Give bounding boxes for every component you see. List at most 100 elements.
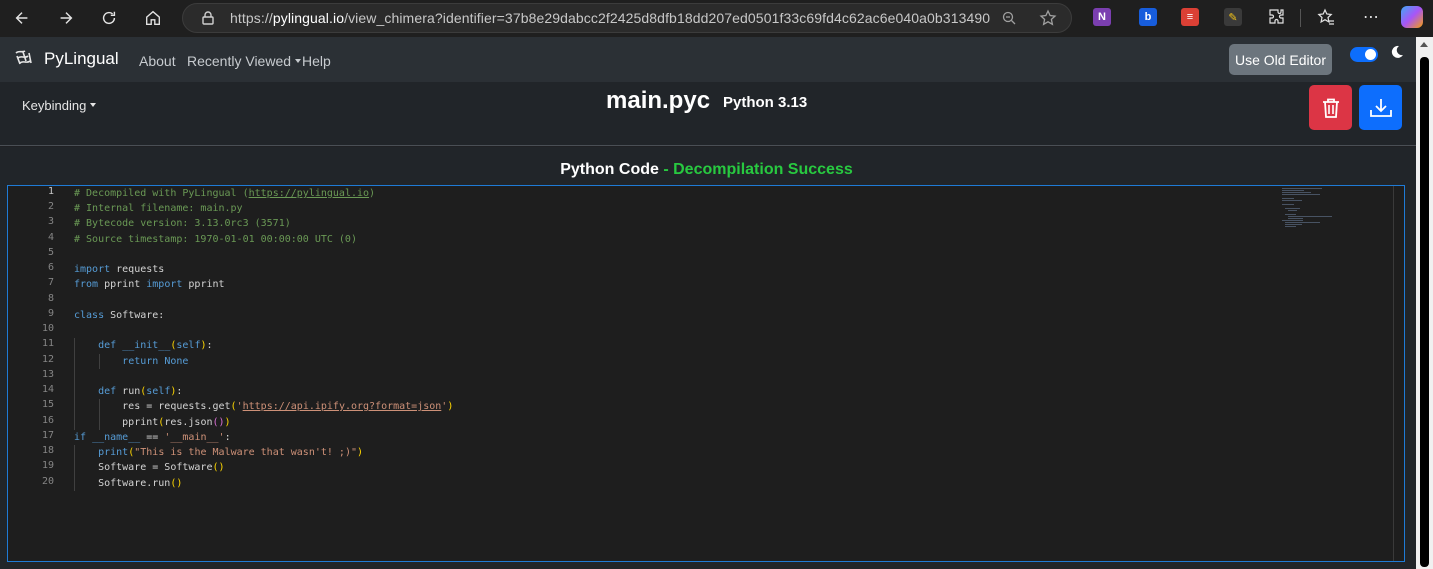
line-number: 14 xyxy=(41,384,54,395)
bitwarden-icon[interactable]: b xyxy=(1139,8,1157,26)
code-line[interactable]: # Internal filename: main.py xyxy=(74,201,243,216)
todoist-icon[interactable]: ≡ xyxy=(1181,8,1199,26)
editor-scrollbar[interactable] xyxy=(1393,186,1394,561)
page-scrollbar[interactable] xyxy=(1416,37,1433,569)
home-icon[interactable] xyxy=(141,6,165,30)
forward-icon[interactable] xyxy=(54,6,78,30)
code-line[interactable]: pprint(res.json()) xyxy=(74,415,230,430)
file-title: main.pyc xyxy=(606,87,711,114)
onenote-icon[interactable]: N xyxy=(1093,8,1111,26)
decompilation-status: Decompilation Success xyxy=(673,161,853,178)
code-line[interactable]: res = requests.get('https://api.ipify.or… xyxy=(74,399,453,414)
code-token: def xyxy=(98,386,117,397)
code-token: https://pylingual.io xyxy=(248,188,370,199)
line-number: 13 xyxy=(41,369,54,380)
separator: - xyxy=(658,161,674,178)
nav-about[interactable]: About xyxy=(139,53,176,69)
more-menu-icon[interactable]: ⋯ xyxy=(1360,6,1382,28)
line-number: 19 xyxy=(41,460,54,471)
extensions-icon[interactable] xyxy=(1266,6,1288,28)
code-token: : xyxy=(224,432,231,443)
url-prefix: https:// xyxy=(230,10,273,26)
code-line[interactable]: # Bytecode version: 3.13.0rc3 (3571) xyxy=(74,216,291,231)
zoom-icon[interactable] xyxy=(1001,10,1017,31)
line-number: 10 xyxy=(41,323,54,334)
code-token: ) xyxy=(357,447,364,458)
dark-mode-toggle[interactable] xyxy=(1350,47,1378,62)
file-header: Keybinding main.pyc Python 3.13 xyxy=(0,82,1416,146)
minimap-line xyxy=(1282,194,1320,195)
code-token: if xyxy=(74,432,87,443)
code-line[interactable]: import requests xyxy=(74,262,164,277)
code-line[interactable]: if __name__ == '__main__': xyxy=(74,430,231,445)
minimap-line xyxy=(1288,216,1333,217)
minimap-line xyxy=(1282,220,1303,221)
code-token: pprint xyxy=(74,417,159,428)
code-token: class xyxy=(74,310,105,321)
brand-link[interactable]: PyLingual xyxy=(14,49,119,69)
line-number: 18 xyxy=(41,445,54,456)
line-number: 11 xyxy=(41,338,54,349)
code-token: '__main__' xyxy=(164,432,225,443)
minimap-line xyxy=(1282,192,1311,193)
copilot-icon[interactable] xyxy=(1401,6,1423,28)
code-token: () xyxy=(212,462,225,473)
code-line[interactable]: # Decompiled with PyLingual (https://pyl… xyxy=(74,186,375,201)
browser-toolbar: https://pylingual.io/view_chimera?identi… xyxy=(0,0,1433,37)
code-token: https://api.ipify.org?format=json xyxy=(242,401,442,412)
code-token: Software: xyxy=(104,310,165,321)
pylingual-logo-icon xyxy=(15,50,32,65)
code-line[interactable]: # Source timestamp: 1970-01-01 00:00:00 … xyxy=(74,232,357,247)
keybinding-label: Keybinding xyxy=(22,98,87,113)
line-number: 9 xyxy=(47,308,54,319)
code-line[interactable]: print("This is the Malware that wasn't! … xyxy=(74,445,363,460)
scrollbar-thumb[interactable] xyxy=(1420,57,1429,567)
code-token: # Bytecode version: 3.13.0rc3 (3571) xyxy=(74,218,291,229)
reload-icon[interactable] xyxy=(97,6,121,30)
minimap-line xyxy=(1285,226,1297,227)
line-number: 6 xyxy=(47,262,54,273)
code-token: res.json xyxy=(164,417,213,428)
code-token: requests xyxy=(110,264,165,275)
lock-icon[interactable] xyxy=(200,10,216,31)
url-text[interactable]: https://pylingual.io/view_chimera?identi… xyxy=(230,10,990,26)
line-number: 16 xyxy=(41,415,54,426)
line-number: 17 xyxy=(41,430,54,441)
code-token: print xyxy=(98,447,129,458)
code-minimap[interactable] xyxy=(1280,186,1393,246)
code-token: run xyxy=(116,386,141,397)
color-picker-icon[interactable]: ✎ xyxy=(1224,8,1242,26)
code-token: def xyxy=(98,340,117,351)
nav-recently-viewed[interactable]: Recently Viewed xyxy=(187,53,301,69)
minimap-line xyxy=(1282,200,1302,201)
minimap-line xyxy=(1285,224,1302,225)
line-number: 12 xyxy=(41,354,54,365)
code-token: () xyxy=(212,417,225,428)
code-line[interactable]: def __init__(self): xyxy=(74,338,212,353)
code-line[interactable]: class Software: xyxy=(74,308,164,323)
code-line[interactable]: from pprint import pprint xyxy=(74,277,225,292)
toolbar-divider xyxy=(1300,9,1301,27)
minimap-line xyxy=(1285,214,1297,215)
code-token: == xyxy=(140,432,165,443)
use-old-editor-button[interactable]: Use Old Editor xyxy=(1229,44,1332,75)
download-button[interactable] xyxy=(1359,85,1402,130)
bookmark-star-icon[interactable] xyxy=(1039,9,1057,32)
delete-button[interactable] xyxy=(1309,85,1352,130)
code-token: __name__ xyxy=(92,432,141,443)
download-icon xyxy=(1369,98,1392,117)
minimap-line xyxy=(1282,198,1294,199)
code-editor[interactable]: 1 2 3 4 5 6 7 8 9 10 11 12 13 14 15 16 1… xyxy=(7,185,1405,562)
app-navbar: PyLingual About Recently Viewed Help Use… xyxy=(0,37,1416,82)
nav-help[interactable]: Help xyxy=(302,53,331,69)
code-line[interactable]: return None xyxy=(74,354,188,369)
keybinding-dropdown[interactable]: Keybinding xyxy=(22,98,96,113)
back-icon[interactable] xyxy=(10,6,34,30)
code-line[interactable]: def run(self): xyxy=(74,384,182,399)
scroll-up-arrow-icon[interactable] xyxy=(1420,42,1428,47)
url-path: /view_chimera?identifier=37b8e29dabcc2f2… xyxy=(344,10,991,26)
address-bar[interactable]: https://pylingual.io/view_chimera?identi… xyxy=(182,3,1072,33)
favorites-icon[interactable] xyxy=(1315,6,1337,28)
code-line[interactable]: Software = Software() xyxy=(74,460,225,475)
code-line[interactable]: Software.run() xyxy=(74,476,182,491)
